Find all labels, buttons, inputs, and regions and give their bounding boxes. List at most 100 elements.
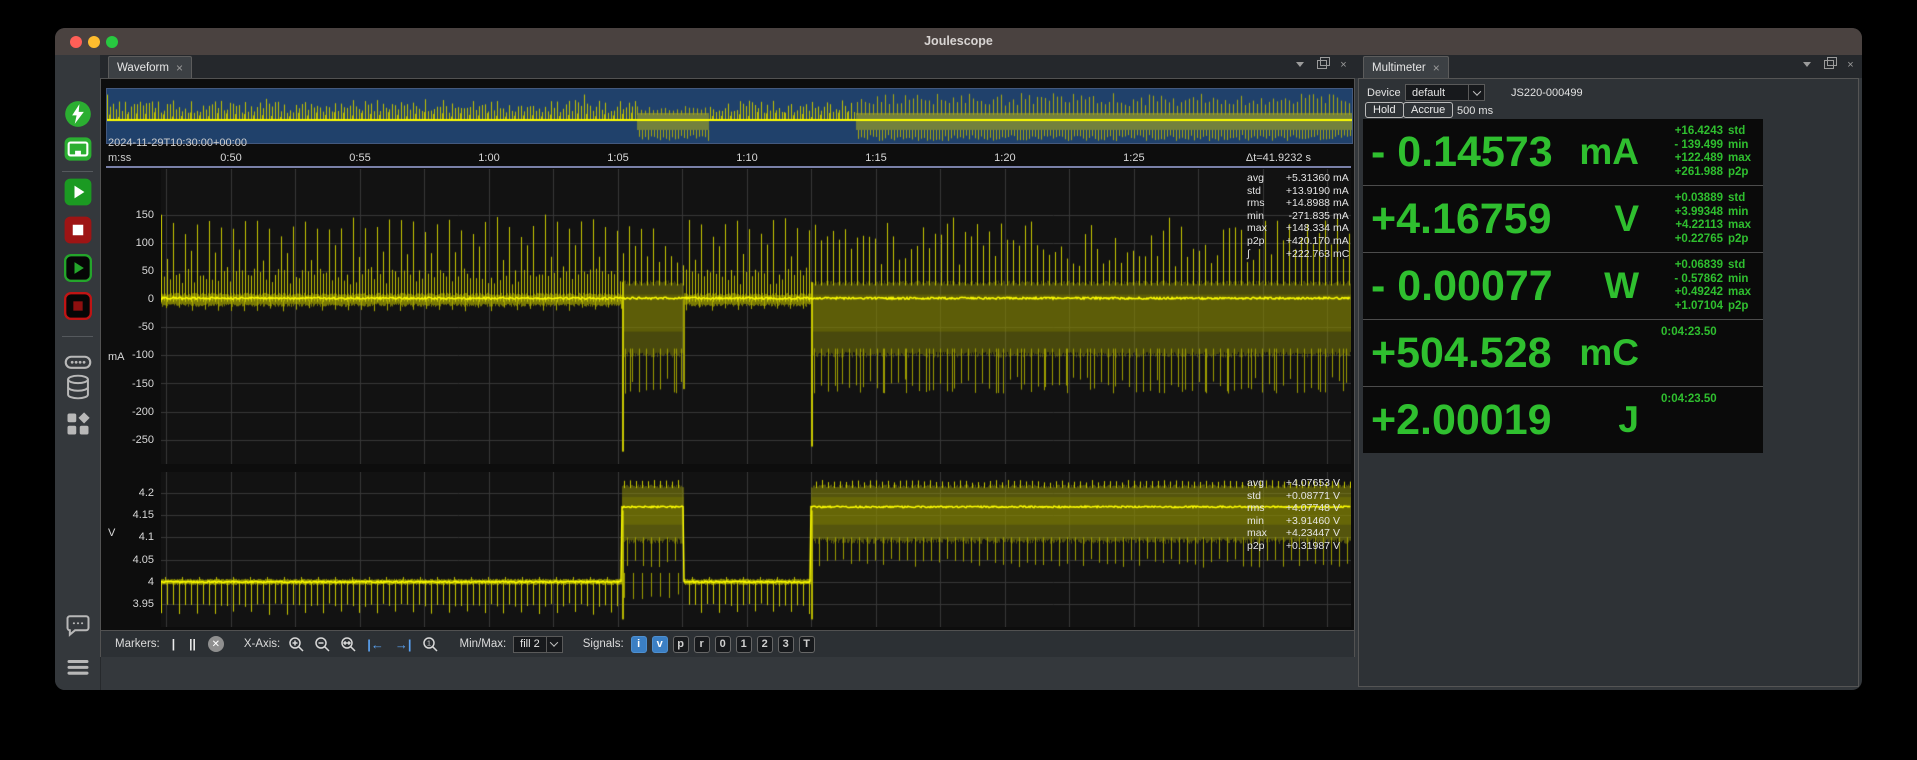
zoom-in-icon[interactable] xyxy=(287,635,306,654)
memory-buffer-icon[interactable] xyxy=(64,373,92,401)
voltage-y-axis: 4.24.154.14.0543.95 xyxy=(103,472,157,627)
tab-close-icon[interactable]: × xyxy=(176,63,183,73)
minmax-select[interactable]: fill 2 xyxy=(513,636,563,653)
multimeter-value: - 0.14573 xyxy=(1371,119,1553,185)
x-axis-label: X-Axis: xyxy=(244,638,280,650)
zoom-out-icon[interactable] xyxy=(313,635,332,654)
stat-value: +0.31987 xyxy=(1276,540,1330,553)
stat-unit: V xyxy=(1333,527,1353,540)
record-stop-icon[interactable] xyxy=(64,292,92,320)
waveform-overview[interactable] xyxy=(106,88,1353,144)
stat-unit: V xyxy=(1333,515,1353,528)
device-power-icon[interactable] xyxy=(64,100,92,128)
stat-label: ∫ xyxy=(1247,248,1273,261)
stat-unit: mA xyxy=(1333,210,1353,223)
dock-float-icon[interactable] xyxy=(1315,58,1328,71)
device-label: Device xyxy=(1367,87,1401,99)
tab-multimeter[interactable]: Multimeter × xyxy=(1363,56,1449,78)
stat-label: p2p xyxy=(1728,300,1759,314)
gpio-icon[interactable] xyxy=(64,348,92,376)
multimeter-side-stats: 0:04:23.50 xyxy=(1661,326,1759,338)
sidebar-divider xyxy=(62,171,93,172)
voltage-plot[interactable] xyxy=(161,472,1351,627)
dock-close-icon[interactable]: × xyxy=(1337,58,1350,71)
time-axis-rule xyxy=(106,166,1351,168)
stat-value: +4.23447 xyxy=(1276,527,1330,540)
dock-float-icon[interactable] xyxy=(1822,58,1835,71)
waveform-toolbar: Markers: ||| ✕ X-Axis: |← →| 1 xyxy=(101,630,1354,657)
stat-line: p2p+420.170mA xyxy=(1247,235,1349,248)
signal-button-r[interactable]: r xyxy=(694,636,710,653)
signal-button-0[interactable]: 0 xyxy=(715,636,731,653)
pan-right-icon[interactable]: →| xyxy=(393,637,414,652)
y-tick-label: -250 xyxy=(103,434,154,446)
multimeter-stat: +0.22765p2p xyxy=(1661,233,1759,247)
play-icon[interactable] xyxy=(64,178,92,206)
stat-line: max+4.23447V xyxy=(1247,527,1349,540)
time-tick-label: 1:05 xyxy=(607,152,628,164)
stat-label: p2p xyxy=(1247,235,1273,248)
stat-line: ∫+222.763mC xyxy=(1247,248,1349,261)
stat-value: +4.07748 xyxy=(1276,502,1330,515)
multimeter-stat: +122.489max xyxy=(1661,152,1759,166)
signal-button-i[interactable]: i xyxy=(631,636,647,653)
minmax-label: Min/Max: xyxy=(460,638,507,650)
app-window: Joulescope xyxy=(55,28,1862,690)
dock-menu-icon[interactable] xyxy=(1800,58,1813,71)
signal-button-p[interactable]: p xyxy=(673,636,689,653)
stat-value: +0.49242 xyxy=(1661,286,1723,300)
accrue-time: 0:04:23.50 xyxy=(1661,326,1759,338)
marker-single-button[interactable]: | xyxy=(167,637,180,651)
tab-multimeter-label: Multimeter xyxy=(1372,62,1426,74)
stat-label: max xyxy=(1247,527,1273,540)
chevron-down-icon[interactable] xyxy=(1468,85,1484,100)
record-icon[interactable] xyxy=(64,254,92,282)
markers-clear-icon[interactable]: ✕ xyxy=(208,636,224,652)
y-tick-label: 4 xyxy=(103,576,154,588)
multimeter-row: +504.528mC0:04:23.50 xyxy=(1363,320,1763,387)
stat-line: rms+14.8988mA xyxy=(1247,197,1349,210)
zoom-fit-icon[interactable] xyxy=(339,635,358,654)
signal-button-2[interactable]: 2 xyxy=(757,636,773,653)
stat-label: min xyxy=(1728,206,1759,220)
multimeter-unit: J xyxy=(1543,387,1639,453)
stat-line: p2p+0.31987V xyxy=(1247,540,1349,553)
stat-label: min xyxy=(1247,210,1273,223)
hold-button[interactable]: Hold xyxy=(1365,102,1404,118)
stop-icon[interactable] xyxy=(64,216,92,244)
multimeter-stat: - 0.57862min xyxy=(1661,273,1759,287)
y-tick-label: 4.05 xyxy=(103,554,154,566)
tab-close-icon[interactable]: × xyxy=(1433,63,1440,73)
signal-button-v[interactable]: v xyxy=(652,636,668,653)
current-plot[interactable] xyxy=(161,169,1351,464)
y-tick-label: -150 xyxy=(103,378,154,390)
multimeter-value: +504.528 xyxy=(1371,320,1552,386)
chevron-down-icon[interactable] xyxy=(546,637,562,652)
pan-left-icon[interactable]: |← xyxy=(365,637,386,652)
current-axis-unit: mA xyxy=(108,351,125,363)
device-select[interactable]: default xyxy=(1405,84,1485,101)
tab-waveform[interactable]: Waveform × xyxy=(108,56,192,78)
target-power-icon[interactable] xyxy=(64,135,92,163)
svg-text:1: 1 xyxy=(426,638,430,647)
desktop-background: Joulescope xyxy=(0,0,1917,760)
signal-button-3[interactable]: 3 xyxy=(778,636,794,653)
dock-controls: × xyxy=(1800,58,1857,71)
menu-icon[interactable] xyxy=(64,653,92,681)
time-axis-datetime: 2024-11-29T10:30:00+00:00 xyxy=(108,137,247,149)
help-feedback-icon[interactable] xyxy=(64,611,92,639)
signal-button-T[interactable]: T xyxy=(799,636,815,653)
time-tick-label: 1:25 xyxy=(1123,152,1144,164)
accrue-button[interactable]: Accrue xyxy=(1403,102,1453,118)
stat-value: - 139.499 xyxy=(1661,139,1723,153)
marker-dual-button[interactable]: || xyxy=(184,637,201,651)
dock-close-icon[interactable]: × xyxy=(1844,58,1857,71)
signal-button-1[interactable]: 1 xyxy=(736,636,752,653)
stat-line: min-271.835mA xyxy=(1247,210,1349,223)
stat-label: min xyxy=(1728,273,1759,287)
zoom-pointer-icon[interactable]: 1 xyxy=(421,635,440,654)
stat-unit: V xyxy=(1333,540,1353,553)
widgets-icon[interactable] xyxy=(64,410,92,438)
dock-menu-icon[interactable] xyxy=(1293,58,1306,71)
markers-label: Markers: xyxy=(115,638,160,650)
